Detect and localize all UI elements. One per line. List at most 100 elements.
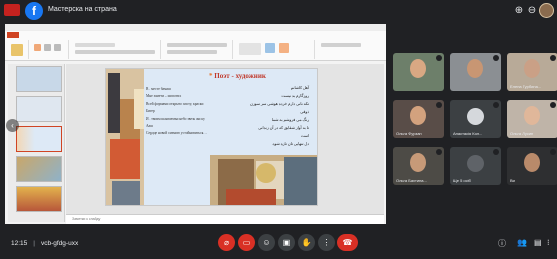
mic-muted-icon — [550, 149, 556, 155]
mic-muted-icon — [550, 55, 556, 61]
ribbon-group — [317, 40, 367, 59]
slide-text-line: است — [300, 134, 309, 138]
ribbon-group — [163, 40, 233, 59]
mic-muted-icon — [493, 102, 499, 108]
quick-styles-icon — [279, 43, 289, 53]
participant-tile[interactable]: Ви — [507, 147, 557, 185]
slide-thumbnail[interactable] — [16, 186, 62, 212]
more-options-button[interactable]: ⋮ — [318, 234, 335, 251]
participant-tile[interactable]: Ольга Фурзан — [393, 100, 444, 138]
participant-name: Ще 5 осіб — [453, 178, 471, 183]
slide-text-line: Всей формами открыто плоту, краски — [146, 101, 204, 106]
mic-muted-icon — [436, 55, 442, 61]
font-box — [75, 43, 115, 47]
chat-icon[interactable]: ▤ — [534, 238, 542, 247]
participant-name: Анастасія Кол... — [453, 131, 483, 136]
participant-tile[interactable] — [393, 53, 444, 91]
meeting-info: 12:15 | vcb-gfdg-uxx — [11, 240, 79, 247]
layout-icon — [44, 44, 51, 51]
camera-off-button[interactable]: ▭ — [238, 234, 255, 251]
align-buttons — [167, 50, 217, 54]
notes-placeholder: Заметки к слайду — [72, 217, 101, 221]
slide-thumbnail[interactable] — [16, 66, 62, 92]
zoom-out-icon[interactable]: ⊖ — [525, 4, 539, 18]
bottom-bar: 12:15 | vcb-gfdg-uxx ⌀ ▭ ☺ ▣ ✋ ⋮ ☎ ⓘ 👥 ▤ ⁝ — [0, 229, 557, 259]
slide-text-line: В . месте бамаш — [146, 87, 171, 91]
captions-button[interactable]: ☺ — [258, 234, 275, 251]
mic-muted-icon — [550, 102, 556, 108]
slide-russian-text: В . месте бамаш Мне замети – шопотих Всей … — [146, 86, 212, 138]
slide-text-line: دل تنهایی تان تازه شود. — [271, 142, 309, 146]
slide-thumbnail[interactable] — [16, 96, 62, 122]
slide-text-line: И . твоим шангаемъи небо звезь жи ку — [146, 116, 205, 121]
slide-thumbnail[interactable] — [16, 126, 62, 152]
slide-text-line: روزگارم بد نیست — [281, 94, 309, 98]
slide-text-line: رنگ می فروشم به شما — [271, 118, 309, 122]
shapes-gallery-icon — [239, 43, 261, 55]
slide-title: * Поэт - художник — [209, 72, 266, 80]
participant-video — [410, 153, 426, 172]
avatar — [539, 3, 554, 18]
top-bar: f Мастерска на страна ⊕ ⊖ — [0, 0, 557, 24]
present-button[interactable]: ▣ — [278, 234, 295, 251]
participant-name: Ольга Лусин — [510, 131, 534, 136]
window-title-bar — [5, 24, 386, 31]
slide-text-line: Бигер — [146, 109, 155, 114]
ribbon-group — [31, 40, 69, 59]
file-tab — [7, 32, 19, 38]
slide-text-line: آهل کاشانم — [290, 86, 309, 90]
mic-muted-icon — [493, 149, 499, 155]
find-replace-buttons — [321, 43, 361, 47]
participant-tile[interactable]: Елена Гурбина... — [507, 53, 557, 91]
ribbon-group — [71, 40, 161, 59]
participant-tile[interactable] — [450, 53, 501, 91]
participant-tile[interactable]: Ольга Лусин — [507, 100, 557, 138]
participant-video — [410, 59, 426, 78]
arrange-icon — [265, 43, 275, 53]
participant-video — [410, 106, 426, 125]
raise-hand-button[interactable]: ✋ — [298, 234, 315, 251]
powerpoint-ribbon — [5, 31, 386, 61]
slide-text-line: Мне замети – шопотих — [146, 94, 182, 99]
paragraph-buttons — [167, 43, 227, 47]
paste-icon — [11, 44, 23, 56]
format-buttons — [75, 50, 155, 54]
notes-pane[interactable]: Заметки к слайду — [66, 214, 384, 224]
avatar — [467, 108, 484, 125]
facebook-logo-icon: f — [25, 2, 43, 20]
slide-text-line: ذوقی — [300, 110, 309, 114]
mic-off-button[interactable]: ⌀ — [218, 234, 235, 251]
presenting-indicator — [4, 4, 20, 16]
participant-name: Ольга Фурзан — [396, 131, 422, 136]
slide-text-line: Сердце новой сменою устойновиться… — [146, 131, 207, 136]
participant-tile[interactable]: Анастасія Кол... — [450, 100, 501, 138]
participant-video — [524, 106, 540, 125]
slide-text-line: Ааш — [146, 124, 153, 129]
chevron-left-icon[interactable]: ‹ — [6, 119, 19, 132]
slide-text-line: تکه نانی دارم خرده هوشی سر سوزن — [249, 102, 309, 106]
activities-icon[interactable]: ⁝ — [547, 238, 550, 247]
participant-name: Ви — [510, 178, 515, 183]
ribbon-group — [235, 40, 315, 59]
info-icon[interactable]: ⓘ — [498, 238, 506, 249]
leave-call-button[interactable]: ☎ — [337, 234, 358, 251]
ribbon-group — [7, 40, 29, 59]
mic-muted-icon — [436, 149, 442, 155]
participant-video — [524, 59, 540, 78]
participant-video — [467, 59, 483, 78]
participant-tile[interactable]: Ще 5 осіб — [450, 147, 501, 185]
people-icon[interactable]: 👥 — [517, 238, 527, 247]
participant-tile[interactable]: Ольга Бахтина... — [393, 147, 444, 185]
zoom-in-icon[interactable]: ⊕ — [512, 4, 526, 18]
slide-thumbnails — [8, 64, 65, 222]
shared-screen: * Поэт - художник В . месте бамаш Мне зам… — [5, 24, 386, 224]
slide-editor: * Поэт - художник В . месте бамаш Мне зам… — [66, 64, 384, 214]
meeting-title: Мастерска на страна — [48, 6, 117, 13]
participant-name: Ольга Бахтина... — [396, 178, 427, 183]
current-slide: * Поэт - художник В . месте бамаш Мне зам… — [105, 68, 318, 206]
mic-muted-icon — [493, 55, 499, 61]
mic-muted-icon — [436, 102, 442, 108]
slide-text-line: تا به آواز شقایق که در آن زندانی — [258, 126, 309, 130]
meet-window: f Мастерска на страна ⊕ ⊖ * Поэт - худож… — [0, 0, 557, 259]
slide-thumbnail[interactable] — [16, 156, 62, 182]
